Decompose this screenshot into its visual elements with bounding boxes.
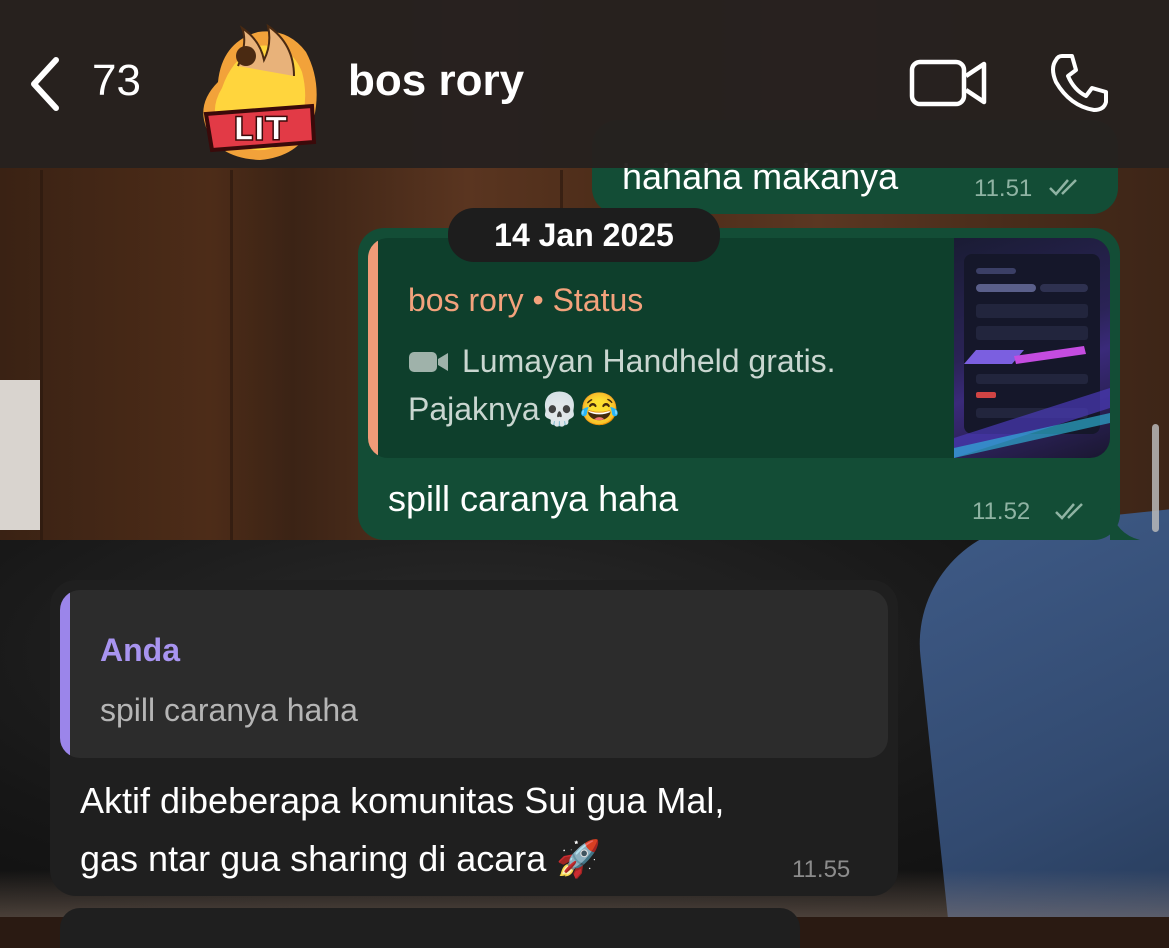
unread-count[interactable]: 73 <box>92 56 141 106</box>
bubble-tail <box>1110 508 1140 540</box>
quote-sender: Anda <box>100 632 180 668</box>
video-camera-icon[interactable] <box>908 56 988 110</box>
contact-name[interactable]: bos rory <box>348 56 524 106</box>
phone-icon[interactable] <box>1048 52 1110 114</box>
quote-text: spill caranya haha <box>100 692 358 728</box>
message-time: 11.52 <box>972 498 1031 525</box>
message-time: 11.55 <box>792 856 851 883</box>
video-status-icon <box>409 352 448 372</box>
read-ticks-icon <box>1049 179 1077 196</box>
avatar-text: LIT <box>233 110 287 148</box>
wallpaper-wall <box>0 380 40 530</box>
message-text-line2: gas ntar gua sharing di acara 🚀 <box>80 838 602 879</box>
date-separator: 14 Jan 2025 <box>448 208 720 262</box>
message-bubble-incoming[interactable] <box>60 908 800 948</box>
quote-accent-bar <box>368 238 378 458</box>
quote-text-line2: Pajaknya💀😂 <box>408 391 620 427</box>
wallpaper-grain <box>40 170 43 570</box>
chat-header: 73 LIT bos rory <box>0 0 1169 168</box>
quote-accent-bar <box>60 590 70 758</box>
scrollbar[interactable] <box>1152 424 1159 532</box>
quote-sender: bos rory • Status <box>408 282 644 318</box>
chevron-left-icon[interactable] <box>28 56 62 112</box>
message-bubble-outgoing-reply[interactable]: bos rory • Status Lumayan Handheld grati… <box>358 228 1120 540</box>
quote-text-line1: Lumayan Handheld gratis. <box>462 343 836 379</box>
message-time: 11.51 <box>974 175 1033 202</box>
wallpaper-grain <box>230 170 233 570</box>
read-ticks-icon <box>1055 503 1083 520</box>
avatar[interactable]: LIT <box>198 22 320 162</box>
status-quote[interactable]: bos rory • Status Lumayan Handheld grati… <box>368 238 1110 458</box>
message-text-line1: Aktif dibeberapa komunitas Sui gua Mal, <box>80 780 725 821</box>
message-text: spill caranya haha <box>388 478 679 519</box>
wallpaper-jeans <box>907 505 1169 917</box>
status-thumbnail <box>954 238 1110 458</box>
reply-quote[interactable]: Anda spill caranya haha <box>60 590 888 758</box>
message-bubble-incoming-reply[interactable]: Anda spill caranya haha Aktif dibeberapa… <box>50 580 898 896</box>
